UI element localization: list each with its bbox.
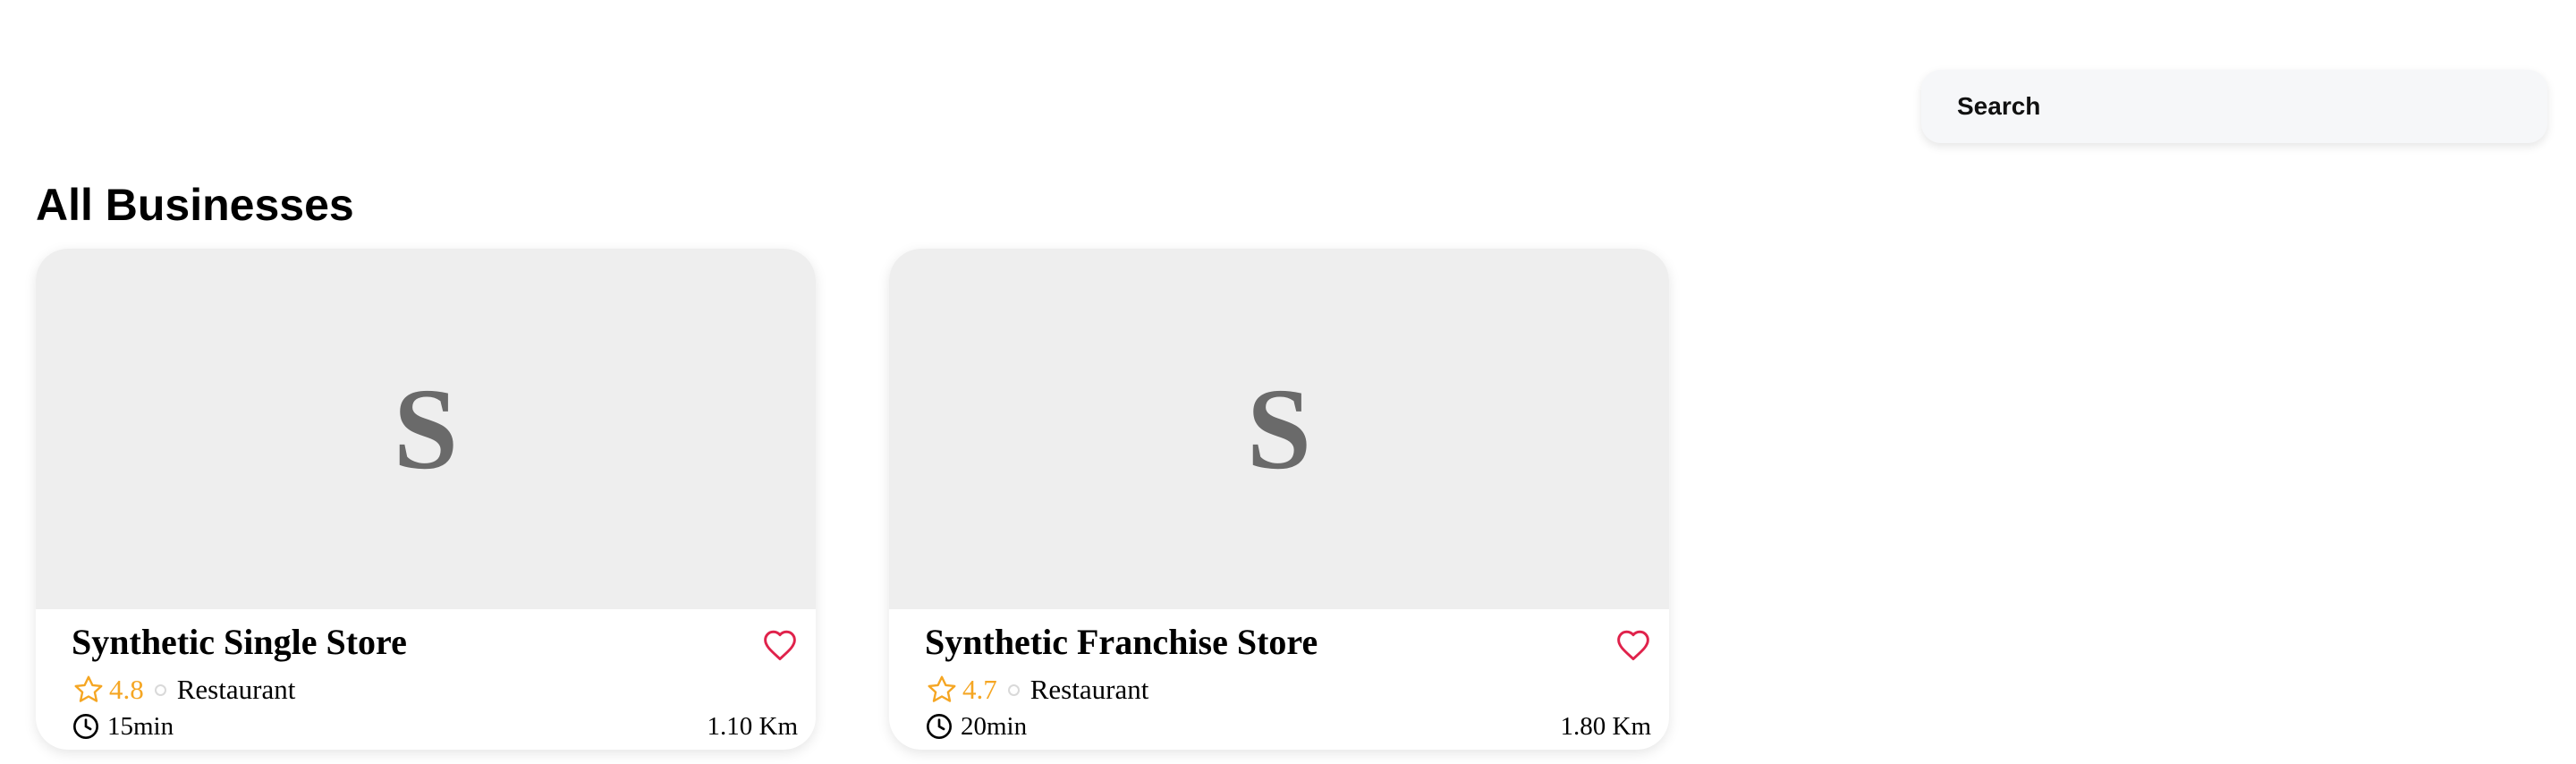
- clock-icon: [73, 714, 98, 739]
- business-card[interactable]: S Synthetic Single Store 4.8 Restaurant …: [36, 249, 816, 750]
- delivery-time-text: 20min: [961, 712, 1028, 741]
- business-rating: 4.7: [962, 674, 997, 705]
- star-outline-icon: [74, 675, 103, 702]
- search-input[interactable]: [1955, 91, 2547, 122]
- business-meta: 4.8 Restaurant: [72, 674, 295, 706]
- business-distance: 1.80 Km: [1560, 712, 1652, 741]
- delivery-time: 20min: [925, 711, 1027, 742]
- business-name: Synthetic Franchise Store: [925, 622, 1318, 662]
- business-category: Restaurant: [1030, 674, 1149, 705]
- section-title: All Businesses: [36, 180, 354, 230]
- heart-outline-icon[interactable]: [1615, 629, 1651, 661]
- business-name: Synthetic Single Store: [72, 622, 407, 662]
- star-outline-icon: [928, 675, 956, 702]
- business-rating: 4.8: [109, 674, 144, 705]
- separator-dot: [1007, 683, 1020, 696]
- business-category: Restaurant: [176, 674, 296, 705]
- business-distance: 1.10 Km: [707, 712, 799, 741]
- delivery-time-text: 15min: [107, 712, 174, 741]
- delivery-time: 15min: [72, 711, 174, 742]
- business-image-placeholder: S: [36, 249, 816, 609]
- heart-outline-icon[interactable]: [762, 629, 798, 661]
- image-placeholder-letter: S: [1246, 364, 1312, 494]
- image-placeholder-letter: S: [393, 364, 459, 494]
- clock-icon: [927, 714, 952, 739]
- search-box[interactable]: [1921, 70, 2547, 143]
- business-image-placeholder: S: [889, 249, 1669, 609]
- business-card[interactable]: S Synthetic Franchise Store 4.7 Restaura…: [889, 249, 1669, 750]
- separator-dot: [154, 683, 166, 696]
- business-meta: 4.7 Restaurant: [925, 674, 1148, 706]
